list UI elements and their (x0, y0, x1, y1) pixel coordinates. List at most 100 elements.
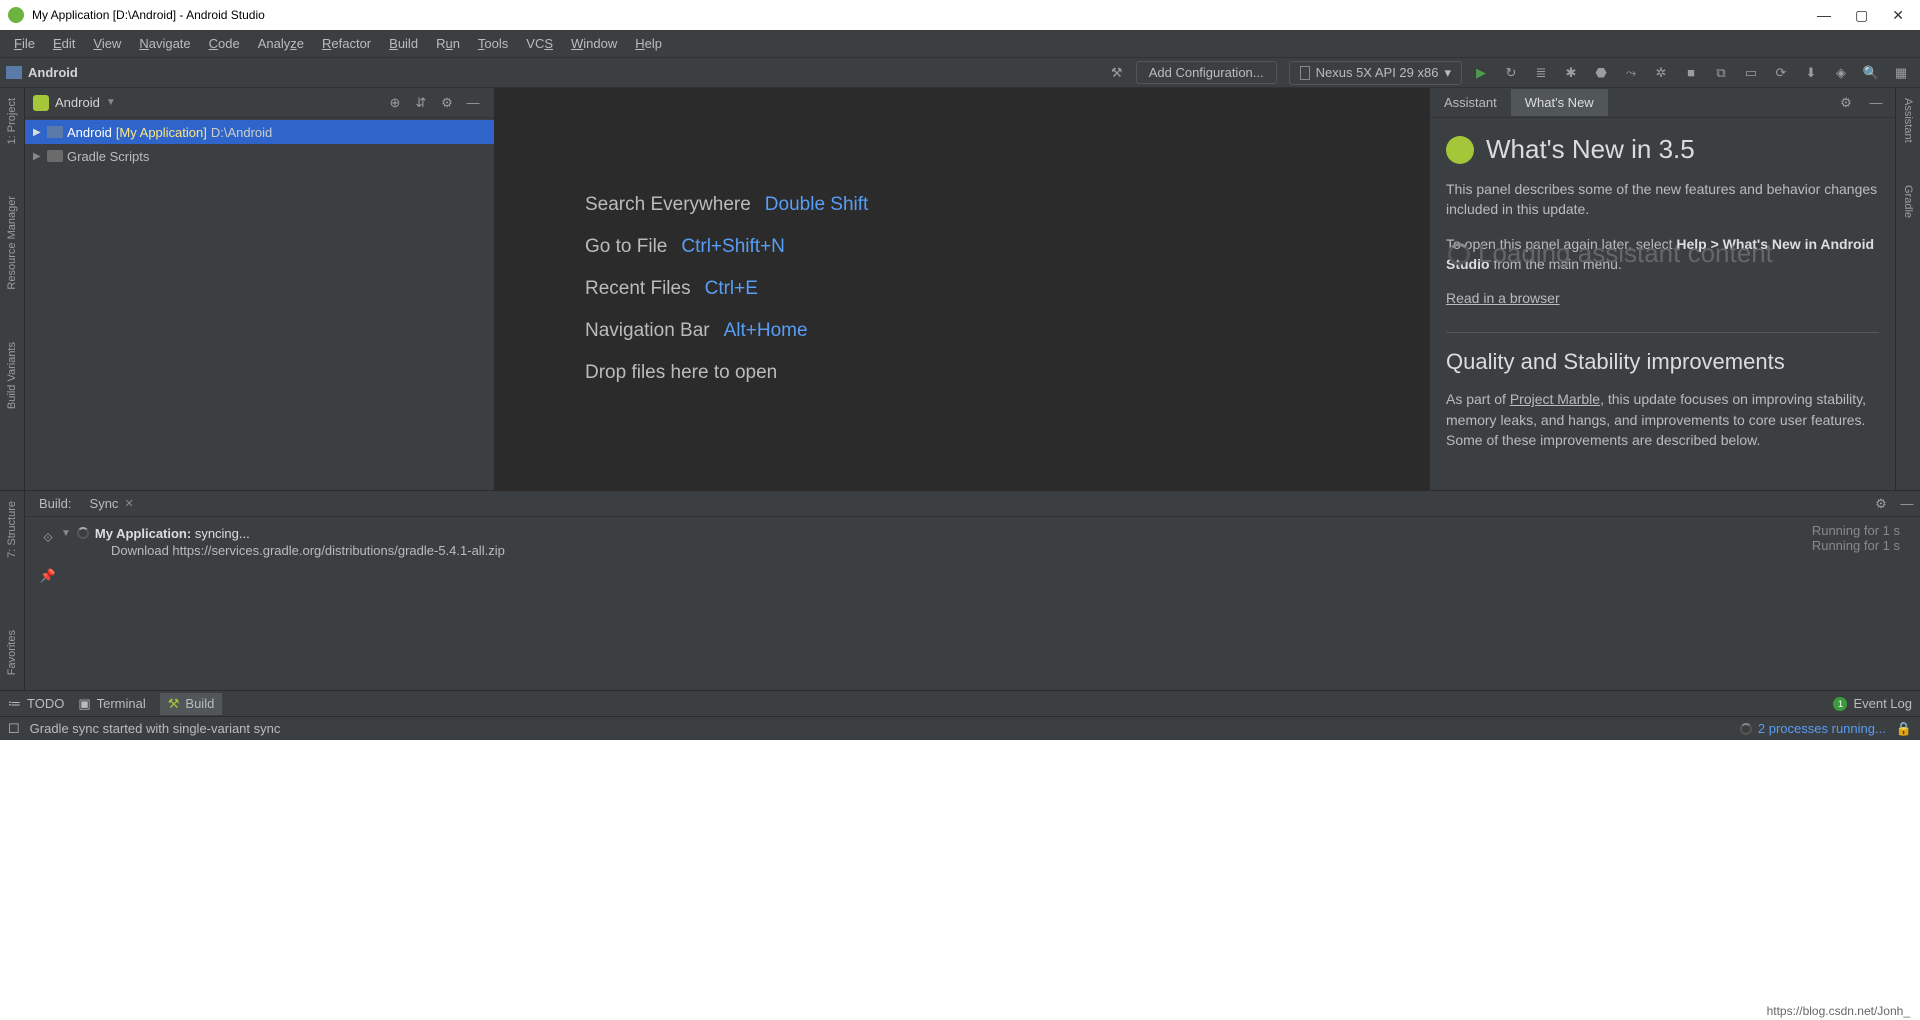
status-icon[interactable]: ☐ (8, 721, 20, 737)
sync-icon[interactable]: ⬇ (1798, 60, 1824, 86)
debug-icon[interactable]: ≣ (1528, 60, 1554, 86)
gear-icon[interactable]: ⚙ (434, 90, 460, 116)
expand-arrow-icon[interactable]: ▶ (33, 151, 43, 162)
menu-file[interactable]: File (6, 33, 43, 54)
hint-shortcut: Double Shift (765, 194, 869, 216)
tree-label: Android (67, 125, 112, 140)
folder-icon (47, 126, 63, 138)
hint-label: Go to File (585, 236, 667, 258)
gear-icon[interactable]: ⚙ (1868, 491, 1894, 517)
tab-favorites[interactable]: Favorites (4, 624, 20, 681)
close-icon[interactable]: ✕ (124, 497, 133, 510)
build-hammer-icon[interactable]: ⚒ (1104, 60, 1130, 86)
menu-edit[interactable]: Edit (45, 33, 83, 54)
main-menu: File Edit View Navigate Code Analyze Ref… (0, 30, 1920, 58)
tree-node-gradle-scripts[interactable]: ▶ Gradle Scripts (25, 144, 494, 168)
layout-inspector-icon[interactable]: ⧉ (1708, 60, 1734, 86)
read-in-browser-link[interactable]: Read in a browser (1446, 290, 1560, 306)
tab-project[interactable]: 1: Project (4, 92, 20, 150)
menu-build[interactable]: Build (381, 33, 426, 54)
tab-build[interactable]: ⚒Build (160, 693, 223, 715)
emulator-icon[interactable]: ◈ (1828, 60, 1854, 86)
menu-analyze[interactable]: Analyze (250, 33, 312, 54)
settings-square-icon[interactable]: ▦ (1888, 60, 1914, 86)
tab-terminal[interactable]: ▣ Terminal (78, 696, 145, 712)
breadcrumb-root[interactable]: Android (28, 65, 78, 80)
chevron-down-icon[interactable]: ▼ (106, 97, 116, 108)
status-message: Gradle sync started with single-variant … (30, 721, 1730, 736)
project-tool-window: Android ▼ ⊕ ⇵ ⚙ — ▶ Android [My Applicat… (25, 88, 495, 490)
menu-vcs[interactable]: VCS (518, 33, 561, 54)
expand-arrow-icon[interactable]: ▶ (33, 127, 43, 138)
hide-icon[interactable]: — (460, 90, 486, 116)
project-tree: ▶ Android [My Application] D:\Android ▶ … (25, 118, 494, 170)
tab-gradle[interactable]: Gradle (1900, 179, 1916, 224)
project-view-label[interactable]: Android (55, 95, 100, 110)
build-tab-sync[interactable]: Sync ✕ (80, 492, 144, 515)
run-icon[interactable]: ▶ (1468, 60, 1494, 86)
processes-running-link[interactable]: 2 processes running... (1740, 721, 1886, 736)
loading-indicator: Loading assistant content (1448, 238, 1773, 269)
assistant-tabs: Assistant What's New ⚙ — (1430, 88, 1895, 118)
minimize-button[interactable]: — (1817, 7, 1831, 24)
close-button[interactable]: ✕ (1892, 7, 1904, 24)
chevron-down-icon[interactable]: ▼ (61, 528, 71, 539)
profile-icon[interactable]: ✱ (1558, 60, 1584, 86)
tab-build-variants[interactable]: Build Variants (4, 336, 20, 415)
hint-shortcut: Ctrl+Shift+N (681, 236, 784, 258)
folder-icon (6, 66, 22, 79)
attach-icon[interactable]: ⬣ (1588, 60, 1614, 86)
sdk-icon[interactable]: ⟳ (1768, 60, 1794, 86)
menu-tools[interactable]: Tools (470, 33, 516, 54)
add-configuration-button[interactable]: Add Configuration... (1136, 61, 1277, 84)
apply-changes-icon[interactable]: ↻ (1498, 60, 1524, 86)
divider (1446, 332, 1879, 333)
whats-new-heading: What's New in 3.5 (1486, 134, 1695, 165)
bottom-tool-bar: ≔ TODO ▣ Terminal ⚒Build 1Event Log (0, 690, 1920, 716)
menu-help[interactable]: Help (627, 33, 670, 54)
coverage-icon[interactable]: ⤳ (1618, 60, 1644, 86)
tab-whats-new[interactable]: What's New (1511, 89, 1608, 116)
menu-window[interactable]: Window (563, 33, 625, 54)
lock-icon[interactable]: 🔒 (1896, 721, 1912, 737)
avd-icon[interactable]: ▭ (1738, 60, 1764, 86)
tab-structure[interactable]: 7: Structure (4, 495, 20, 564)
menu-navigate[interactable]: Navigate (131, 33, 198, 54)
hide-icon[interactable]: — (1863, 90, 1889, 116)
tab-assistant-right[interactable]: Assistant (1900, 92, 1916, 149)
project-panel-header: Android ▼ ⊕ ⇵ ⚙ — (25, 88, 494, 118)
gear-icon[interactable]: ⚙ (1833, 90, 1859, 116)
tab-resource-manager[interactable]: Resource Manager (4, 190, 20, 296)
maximize-button[interactable]: ▢ (1855, 7, 1868, 24)
device-selector[interactable]: Nexus 5X API 29 x86 ▾ (1289, 61, 1462, 85)
menu-view[interactable]: View (85, 33, 129, 54)
hide-icon[interactable]: — (1894, 491, 1920, 517)
status-bar: ☐ Gradle sync started with single-varian… (0, 716, 1920, 740)
assistant-tool-window: Assistant What's New ⚙ — What's New in 3… (1430, 88, 1895, 490)
tree-node-android[interactable]: ▶ Android [My Application] D:\Android (25, 120, 494, 144)
tab-assistant[interactable]: Assistant (1430, 89, 1511, 116)
build-tool-window: 7: Structure Favorites Build: Sync ✕ ⚙ —… (0, 490, 1920, 690)
device-label: Nexus 5X API 29 x86 (1316, 65, 1439, 80)
build-left-strip: 7: Structure Favorites (0, 491, 25, 690)
menu-code[interactable]: Code (201, 33, 248, 54)
page-whitespace (0, 740, 1920, 1020)
project-marble-link[interactable]: Project Marble (1510, 391, 1600, 407)
tab-event-log[interactable]: 1Event Log (1833, 696, 1912, 711)
window-title: My Application [D:\Android] - Android St… (32, 8, 1817, 22)
build-task-download[interactable]: Download https://services.gradle.org/dis… (61, 543, 1760, 558)
pin-icon[interactable]: 📌 (35, 563, 61, 589)
menu-run[interactable]: Run (428, 33, 468, 54)
target-icon[interactable]: ⊕ (382, 90, 408, 116)
build-task-root[interactable]: ▼ My Application: syncing... (61, 523, 1760, 543)
build-label: Build: (31, 492, 80, 515)
tab-todo[interactable]: ≔ TODO (8, 696, 64, 712)
app-icon (8, 7, 24, 23)
hint-label: Navigation Bar (585, 320, 710, 342)
restart-icon[interactable]: ⟐ (35, 525, 61, 551)
stop-icon[interactable]: ■ (1678, 60, 1704, 86)
bug-icon[interactable]: ✲ (1648, 60, 1674, 86)
menu-refactor[interactable]: Refactor (314, 33, 379, 54)
collapse-icon[interactable]: ⇵ (408, 90, 434, 116)
search-icon[interactable]: 🔍 (1858, 60, 1884, 86)
